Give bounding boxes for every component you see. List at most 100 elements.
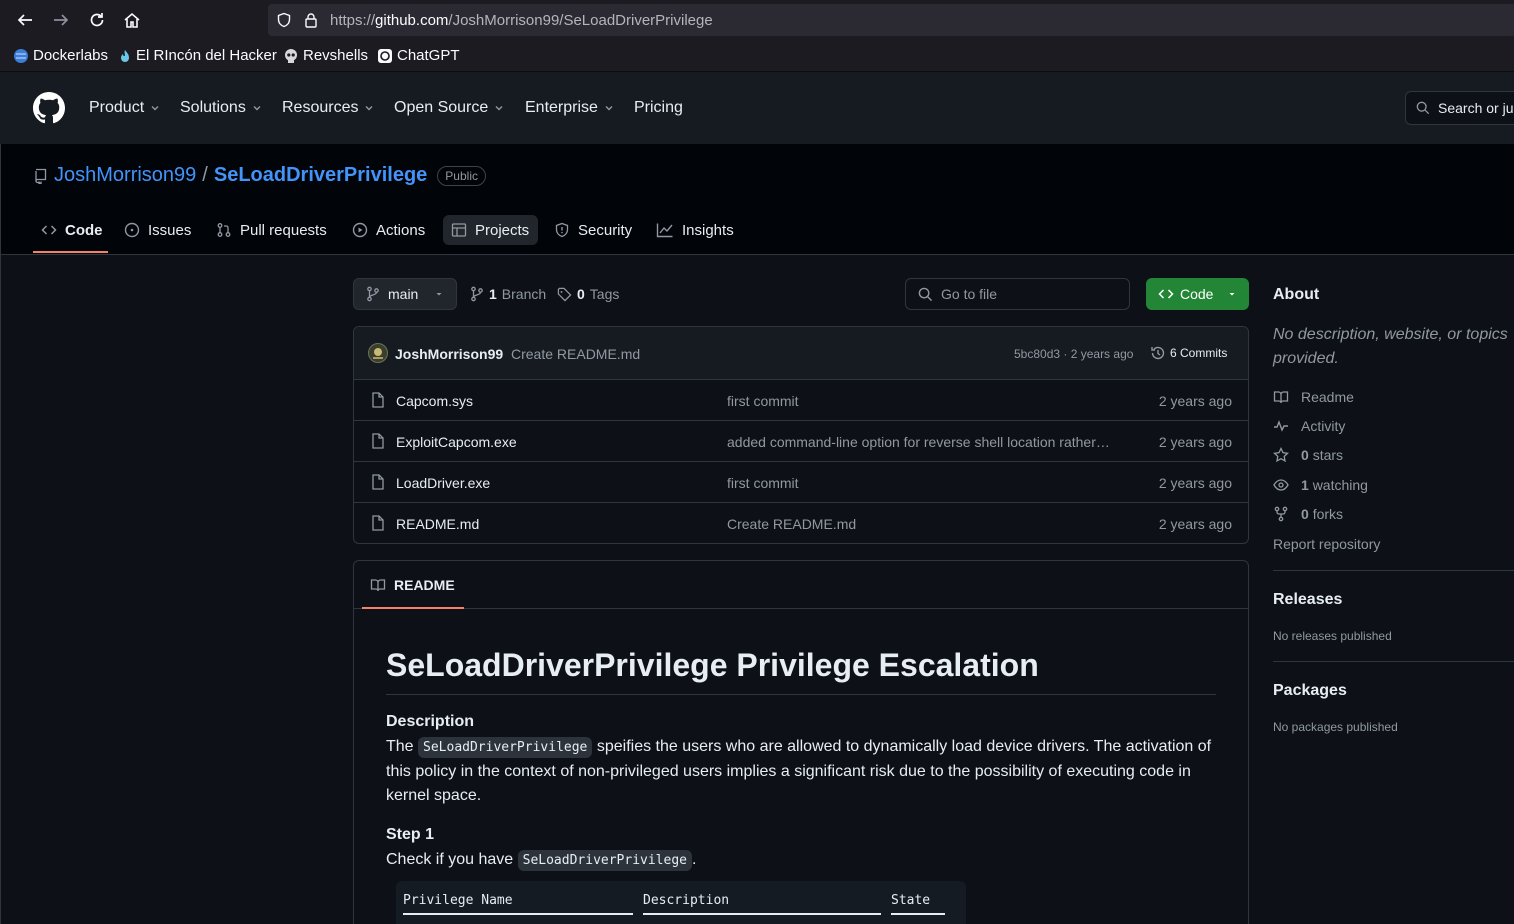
commits-link[interactable]: 6 Commits xyxy=(1150,345,1227,361)
tab-code[interactable]: Code xyxy=(41,215,103,245)
sidebar-activity-link[interactable]: Activity xyxy=(1273,418,1345,434)
nav-solutions[interactable]: Solutions xyxy=(180,99,262,117)
sidebar-item-label: Activity xyxy=(1301,418,1346,434)
go-to-file-placeholder: Go to file xyxy=(941,286,998,302)
lock-icon[interactable] xyxy=(304,12,318,28)
history-icon xyxy=(1151,346,1165,360)
play-icon xyxy=(352,222,368,238)
commit-message[interactable]: Create README.md xyxy=(511,346,640,362)
file-commit-message[interactable]: first commit xyxy=(727,475,799,491)
branches-link[interactable]: 1 Branch xyxy=(470,286,546,302)
releases-heading[interactable]: Releases xyxy=(1273,591,1342,609)
url-text[interactable]: https://github.com/JoshMorrison99/SeLoad… xyxy=(330,12,713,29)
home-button[interactable] xyxy=(120,8,144,32)
reload-button[interactable] xyxy=(85,8,109,32)
bookmark-chatgpt[interactable]: ChatGPT xyxy=(377,47,460,64)
url-scheme: https:// xyxy=(330,12,376,29)
search-icon xyxy=(1416,101,1430,115)
repo-title: JoshMorrison99 / SeLoadDriverPrivilege P… xyxy=(34,164,486,187)
nav-enterprise[interactable]: Enterprise xyxy=(525,99,614,117)
url-path: /JoshMorrison99/SeLoadDriverPrivilege xyxy=(448,12,713,29)
arrow-right-icon xyxy=(54,14,69,26)
releases-empty-text: No releases published xyxy=(1273,629,1392,643)
branch-selector[interactable]: main xyxy=(353,278,457,310)
latest-commit-bar: JoshMorrison99 Create README.md 5bc80d3 … xyxy=(354,327,1248,380)
bookmark-label: El RIncón del Hacker xyxy=(136,47,277,64)
avatar[interactable] xyxy=(368,343,388,363)
sidebar-stars-link[interactable]: 0 stars xyxy=(1273,447,1343,463)
bookmark-dockerlabs[interactable]: Dockerlabs xyxy=(13,47,108,64)
url-bar[interactable]: https://github.com/JoshMorrison99/SeLoad… xyxy=(268,4,1514,36)
file-row[interactable]: README.md Create README.md 2 years ago xyxy=(354,503,1248,543)
code-icon xyxy=(41,225,57,235)
repo-name-link[interactable]: SeLoadDriverPrivilege xyxy=(214,164,427,187)
packages-heading[interactable]: Packages xyxy=(1273,682,1347,700)
star-icon xyxy=(1273,447,1289,463)
nav-pricing[interactable]: Pricing xyxy=(634,99,683,117)
skull-icon xyxy=(285,48,297,63)
file-name[interactable]: README.md xyxy=(396,516,479,532)
sidebar-forks-link[interactable]: 0 forks xyxy=(1273,506,1343,522)
github-logo-icon[interactable] xyxy=(33,92,65,124)
nav-label: Product xyxy=(89,99,145,116)
nav-open-source[interactable]: Open Source xyxy=(394,99,504,117)
tab-actions[interactable]: Actions xyxy=(352,215,425,245)
step1-text: Check if you have xyxy=(386,851,518,868)
book-icon xyxy=(1273,391,1289,404)
step1-text: . xyxy=(692,851,697,868)
desc-text: The xyxy=(386,738,419,755)
nav-resources[interactable]: Resources xyxy=(282,99,374,117)
file-time: 2 years ago xyxy=(1158,434,1232,450)
repo-owner-link[interactable]: JoshMorrison99 xyxy=(54,164,196,187)
active-tab-indicator xyxy=(33,251,108,253)
readme-tab[interactable]: README xyxy=(370,577,455,593)
file-icon xyxy=(372,474,384,490)
commit-author[interactable]: JoshMorrison99 xyxy=(395,346,503,362)
file-row[interactable]: Capcom.sys first commit 2 years ago xyxy=(354,380,1248,421)
sidebar-divider xyxy=(1273,661,1514,662)
tab-pull-requests[interactable]: Pull requests xyxy=(216,215,327,245)
sidebar-readme-link[interactable]: Readme xyxy=(1273,389,1354,405)
file-name[interactable]: ExploitCapcom.exe xyxy=(396,434,517,450)
commit-sha-time[interactable]: 5bc80d3 · 2 years ago xyxy=(1014,347,1133,361)
report-label: Report repository xyxy=(1273,536,1381,552)
file-row[interactable]: LoadDriver.exe first commit 2 years ago xyxy=(354,462,1248,503)
sidebar-divider xyxy=(1273,570,1514,571)
file-time: 2 years ago xyxy=(1158,516,1232,532)
bookmark-el-rincon[interactable]: El RIncón del Hacker xyxy=(118,47,277,64)
report-repository-link[interactable]: Report repository xyxy=(1273,536,1380,552)
file-commit-message[interactable]: first commit xyxy=(727,393,799,409)
tags-link[interactable]: 0 Tags xyxy=(557,286,619,302)
file-commit-message[interactable]: added command-line option for reverse sh… xyxy=(727,434,1110,450)
file-name[interactable]: LoadDriver.exe xyxy=(396,475,490,491)
bookmark-revshells[interactable]: Revshells xyxy=(283,47,368,64)
page-edge xyxy=(0,144,1,924)
readme-tab-indicator xyxy=(362,607,464,609)
shield-icon[interactable] xyxy=(276,12,292,28)
inline-code: SeLoadDriverPrivilege xyxy=(517,850,692,871)
global-search[interactable]: Search or ju xyxy=(1405,91,1514,125)
code-col-header: Description xyxy=(643,893,730,908)
tab-label: Insights xyxy=(682,221,734,239)
sidebar-watching-link[interactable]: 1 watching xyxy=(1273,477,1368,493)
description-heading: Description xyxy=(386,713,475,730)
stars-count: 0 xyxy=(1301,447,1309,463)
tab-insights[interactable]: Insights xyxy=(656,215,734,245)
file-row[interactable]: ExploitCapcom.exe added command-line opt… xyxy=(354,421,1248,462)
search-label: Search or ju xyxy=(1438,100,1514,116)
back-button[interactable] xyxy=(13,8,37,32)
forward-button[interactable] xyxy=(49,8,73,32)
file-name[interactable]: Capcom.sys xyxy=(396,393,473,409)
tab-issues[interactable]: Issues xyxy=(124,215,191,245)
branch-icon xyxy=(367,286,379,302)
tab-security[interactable]: Security xyxy=(554,215,632,245)
nav-product[interactable]: Product xyxy=(89,99,160,117)
code-underline xyxy=(403,913,633,915)
code-download-button[interactable]: Code xyxy=(1146,278,1249,310)
readme-tab-label: README xyxy=(394,577,455,593)
file-commit-message[interactable]: Create README.md xyxy=(727,516,856,532)
tab-projects[interactable]: Projects xyxy=(451,215,529,245)
go-to-file-input[interactable]: Go to file xyxy=(905,278,1130,310)
nav-label: Solutions xyxy=(180,99,246,116)
branch-label: Branch xyxy=(501,286,547,302)
